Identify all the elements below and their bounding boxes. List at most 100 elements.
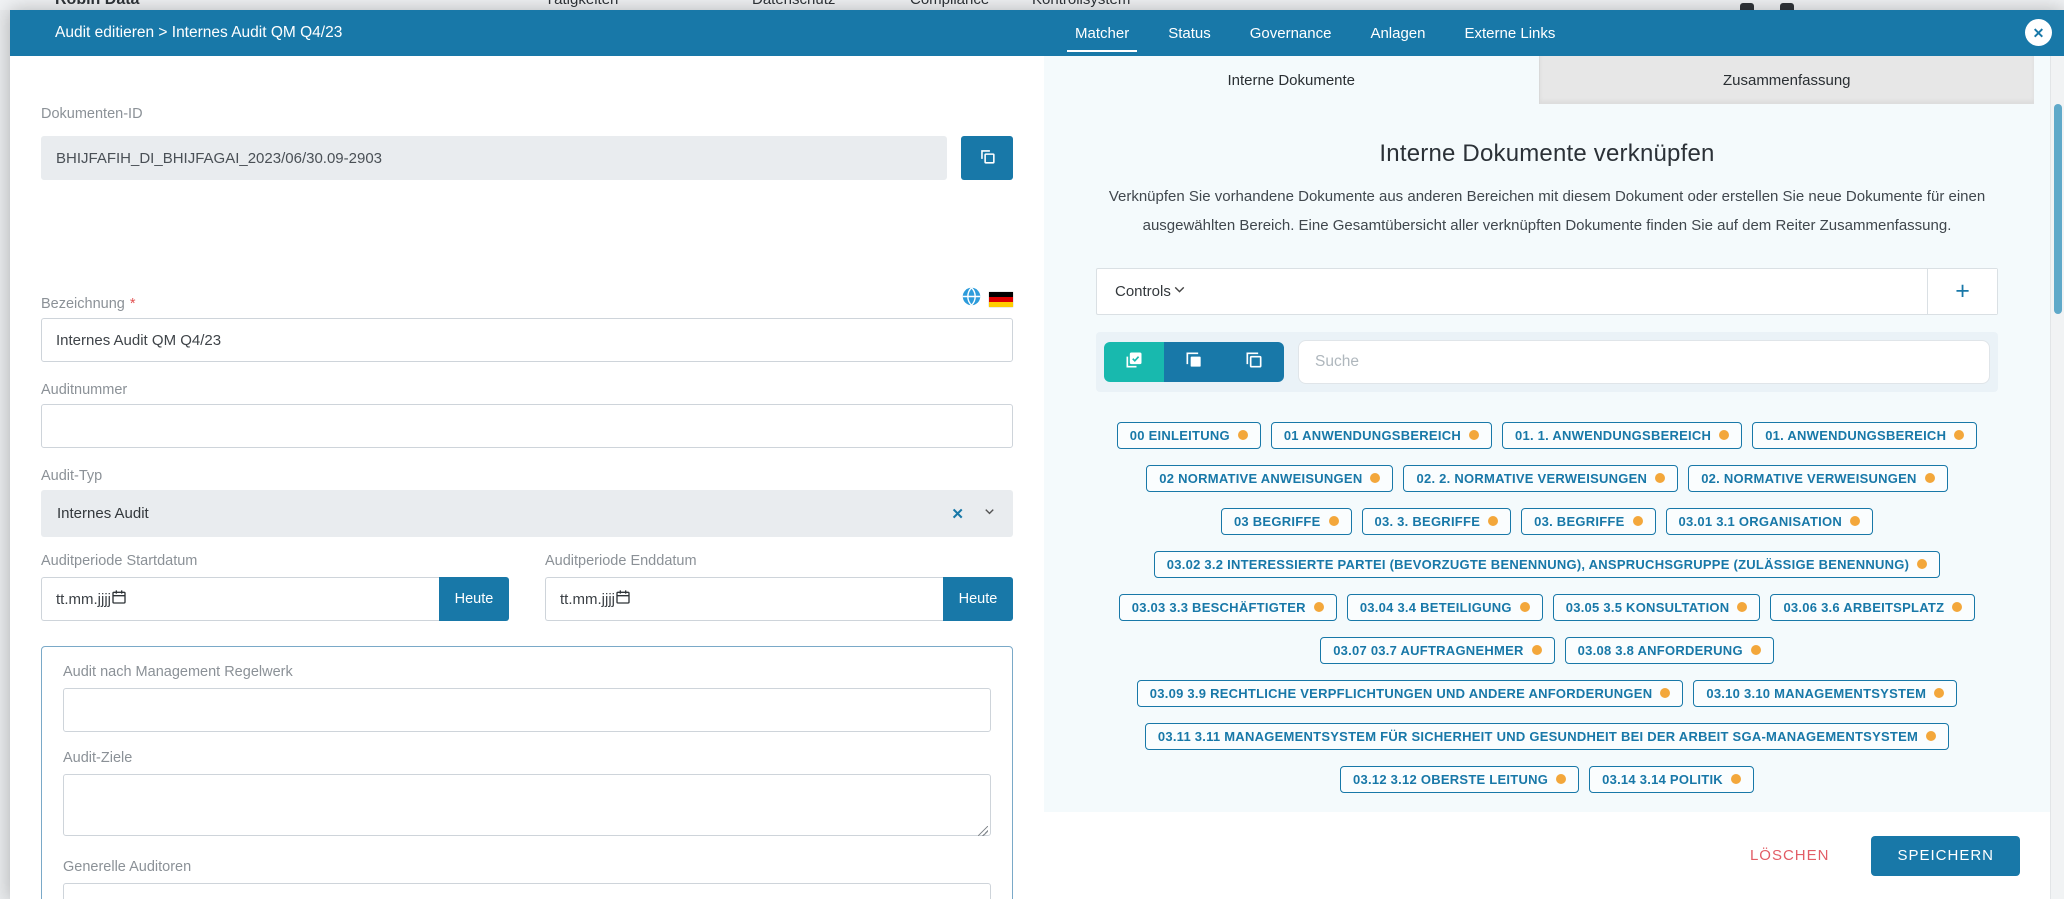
tab-status[interactable]: Status bbox=[1168, 25, 1211, 42]
startdatum-input[interactable]: tt.mm.jjjj bbox=[41, 577, 439, 621]
document-chip[interactable]: 02. NORMATIVE VERWEISUNGEN bbox=[1688, 464, 1948, 492]
modal-header-tabs: Matcher Status Governance Anlagen Extern… bbox=[1066, 10, 1556, 56]
german-flag-icon[interactable] bbox=[989, 291, 1013, 307]
document-chip[interactable]: 03. 3. BEGRIFFE bbox=[1361, 507, 1512, 535]
add-document-button[interactable]: + bbox=[1927, 268, 1997, 314]
enddatum-heute-button[interactable]: Heute bbox=[943, 577, 1013, 621]
document-chip[interactable]: 03.11 3.11 MANAGEMENTSYSTEM FÜR SICHERHE… bbox=[1144, 722, 1950, 750]
chip-label: 03.05 3.5 KONSULTATION bbox=[1565, 599, 1730, 615]
save-button[interactable]: SPEICHERN bbox=[1871, 835, 2020, 876]
background-brand: Robin Data bbox=[55, 0, 139, 9]
chip-row: 03.09 3.9 RECHTLICHE VERPFLICHTUNGEN UND… bbox=[1136, 679, 1958, 707]
tab-anlagen[interactable]: Anlagen bbox=[1370, 25, 1425, 42]
document-chip[interactable]: 03.04 3.4 BETEILIGUNG bbox=[1346, 593, 1543, 621]
chip-status-dot bbox=[1313, 602, 1324, 612]
plus-icon: + bbox=[1955, 276, 1970, 305]
delete-button[interactable]: LÖSCHEN bbox=[1750, 847, 1830, 864]
clear-selection-icon[interactable]: ✕ bbox=[951, 505, 964, 523]
document-chip[interactable]: 02 NORMATIVE ANWEISUNGEN bbox=[1146, 464, 1394, 492]
audit-typ-select[interactable]: Internes Audit ✕ bbox=[41, 490, 1013, 537]
document-chip[interactable]: 03.05 3.5 KONSULTATION bbox=[1552, 593, 1761, 621]
copy-icon bbox=[978, 147, 997, 169]
chip-label: 03.10 3.10 MANAGEMENTSYSTEM bbox=[1706, 685, 1927, 701]
document-chip[interactable]: 03.03 3.3 BESCHÄFTIGTER bbox=[1118, 593, 1337, 621]
category-select[interactable]: Controls bbox=[1097, 269, 1927, 314]
tab-externe-links[interactable]: Externe Links bbox=[1465, 25, 1556, 42]
document-chip[interactable]: 03 BEGRIFFE bbox=[1220, 507, 1352, 535]
chip-status-dot bbox=[1519, 602, 1530, 612]
tab-zusammenfassung[interactable]: Zusammenfassung bbox=[1538, 56, 2034, 104]
interne-dokumente-card: Interne Dokumente verknüpfen Verknüpfen … bbox=[1044, 104, 2050, 812]
chip-status-dot bbox=[1934, 688, 1945, 698]
globe-icon[interactable] bbox=[961, 286, 982, 312]
background-app-navbar: Robin Data Tätigkeiten Datenschutz Compl… bbox=[0, 0, 2064, 10]
all-documents-outline-toggle[interactable] bbox=[1224, 341, 1284, 382]
document-chip[interactable]: 03.06 3.6 ARBEITSPLATZ bbox=[1770, 593, 1976, 621]
auditnummer-input[interactable] bbox=[41, 404, 1013, 448]
chip-row: 03.07 03.7 AUFTRAGNEHMER 03.08 3.8 ANFORD… bbox=[1320, 636, 1774, 664]
selected-documents-toggle[interactable] bbox=[1104, 341, 1164, 382]
document-chip[interactable]: 01. 1. ANWENDUNGSBEREICH bbox=[1501, 421, 1743, 449]
copy-button[interactable] bbox=[961, 136, 1013, 180]
chevron-down-icon bbox=[1171, 281, 1188, 302]
chip-label: 03.02 3.2 INTERESSIERTE PARTEI (BEVORZUG… bbox=[1166, 556, 1910, 572]
document-chip[interactable]: 01 ANWENDUNGSBEREICH bbox=[1270, 421, 1492, 449]
document-chip[interactable]: 03.02 3.2 INTERESSIERTE PARTEI (BEVORZUG… bbox=[1153, 550, 1941, 578]
document-chip[interactable]: 03.07 03.7 AUFTRAGNEHMER bbox=[1320, 636, 1555, 664]
chip-status-dot bbox=[1488, 516, 1499, 526]
tab-governance[interactable]: Governance bbox=[1250, 25, 1332, 42]
modal-header: Audit editieren > Internes Audit QM Q4/2… bbox=[10, 10, 2064, 56]
document-chip[interactable]: 00 EINLEITUNG bbox=[1116, 421, 1261, 449]
document-chip[interactable]: 01. ANWENDUNGSBEREICH bbox=[1752, 421, 1978, 449]
chip-status-dot bbox=[1924, 473, 1935, 483]
chip-label: 03.08 3.8 ANFORDERUNG bbox=[1577, 642, 1743, 658]
category-select-value: Controls bbox=[1115, 282, 1171, 300]
calendar-icon[interactable] bbox=[615, 589, 631, 610]
regelwerk-input[interactable] bbox=[63, 688, 991, 732]
audit-ziele-textarea[interactable] bbox=[63, 774, 991, 836]
dokumenten-id-input bbox=[41, 136, 947, 180]
startdatum-heute-button[interactable]: Heute bbox=[439, 577, 509, 621]
scrollbar-thumb[interactable] bbox=[2054, 104, 2062, 314]
chip-label: 03.09 3.9 RECHTLICHE VERPFLICHTUNGEN UND… bbox=[1149, 685, 1653, 701]
document-chip[interactable]: 03.14 3.14 POLITIK bbox=[1589, 765, 1754, 793]
matcher-pane: Interne Dokumente Zusammenfassung Intern… bbox=[1044, 56, 2050, 899]
chip-label: 01. 1. ANWENDUNGSBEREICH bbox=[1514, 427, 1712, 443]
category-row: Controls + bbox=[1096, 267, 1998, 315]
document-chip[interactable]: 03. BEGRIFFE bbox=[1521, 507, 1656, 535]
chip-row: 03.11 3.11 MANAGEMENTSYSTEM FÜR SICHERHE… bbox=[1144, 722, 1950, 750]
chip-status-dot bbox=[1719, 430, 1730, 440]
chip-label: 02 NORMATIVE ANWEISUNGEN bbox=[1159, 470, 1363, 486]
document-chip[interactable]: 02. 2. NORMATIVE VERWEISUNGEN bbox=[1403, 464, 1679, 492]
tab-matcher[interactable]: Matcher bbox=[1066, 25, 1138, 52]
document-chip[interactable]: 03.08 3.8 ANFORDERUNG bbox=[1564, 636, 1774, 664]
chip-label: 03. BEGRIFFE bbox=[1534, 513, 1625, 529]
chip-rows: 00 EINLEITUNG 01 ANWENDUNGSBEREICH 01. 1. … bbox=[1096, 421, 1998, 793]
scrollbar[interactable] bbox=[2050, 56, 2064, 899]
document-chip[interactable]: 03.09 3.9 RECHTLICHE VERPFLICHTUNGEN UND… bbox=[1136, 679, 1684, 707]
all-documents-filled-toggle[interactable] bbox=[1164, 341, 1224, 382]
chip-status-dot bbox=[1237, 430, 1248, 440]
tab-interne-dokumente[interactable]: Interne Dokumente bbox=[1044, 56, 1539, 104]
audit-ziele-label: Audit-Ziele bbox=[63, 750, 133, 766]
document-chip[interactable]: 03.10 3.10 MANAGEMENTSYSTEM bbox=[1693, 679, 1958, 707]
document-chip[interactable]: 03.01 3.1 ORGANISATION bbox=[1665, 507, 1874, 535]
management-regelwerk-box: Audit nach Management Regelwerk Audit-Zi… bbox=[41, 646, 1013, 899]
panel-title: Interne Dokumente verknüpfen bbox=[1379, 140, 1715, 167]
startdatum-placeholder: tt.mm.jjjj bbox=[56, 590, 111, 608]
chip-label: 03.03 3.3 BESCHÄFTIGTER bbox=[1131, 599, 1306, 615]
chip-label: 02. NORMATIVE VERWEISUNGEN bbox=[1701, 470, 1917, 486]
calendar-icon[interactable] bbox=[111, 589, 127, 610]
bezeichnung-input[interactable] bbox=[41, 318, 1013, 362]
close-button[interactable]: ✕ bbox=[2025, 19, 2052, 46]
search-input[interactable] bbox=[1298, 339, 1990, 384]
chip-label: 00 EINLEITUNG bbox=[1129, 427, 1230, 443]
document-chip[interactable]: 03.12 3.12 OBERSTE LEITUNG bbox=[1340, 765, 1580, 793]
audit-form-pane: Dokumenten-ID Bezeichnung * bbox=[10, 56, 1044, 899]
generelle-auditoren-input[interactable] bbox=[63, 883, 991, 899]
chip-status-dot bbox=[1952, 602, 1963, 612]
chip-status-dot bbox=[1917, 559, 1928, 569]
copy-outline-icon bbox=[1244, 350, 1264, 373]
enddatum-placeholder: tt.mm.jjjj bbox=[560, 590, 615, 608]
enddatum-input[interactable]: tt.mm.jjjj bbox=[545, 577, 943, 621]
